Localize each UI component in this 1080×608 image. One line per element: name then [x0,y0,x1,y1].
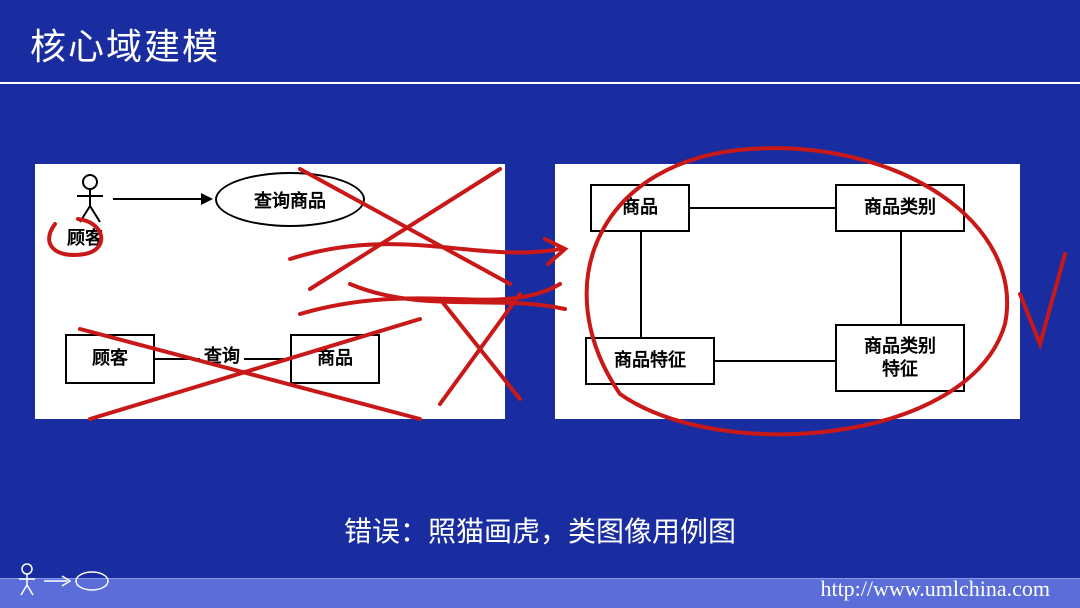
right-box1-label: 商品 [622,196,658,219]
right-box3-label: 商品特征 [614,349,686,372]
left-diagram-panel: 顾客 查询商品 顾客 商品 查询 [35,164,505,419]
actor-label: 顾客 [67,224,103,250]
right-box4: 商品类别 特征 [835,324,965,392]
right-box3: 商品特征 [585,337,715,385]
right-box4-label: 商品类别 特征 [864,335,936,382]
right-box1: 商品 [590,184,690,232]
left-class1-label: 顾客 [92,347,128,370]
arrow-head-icon [201,193,213,205]
footer-url: http://www.umlchina.com [820,576,1050,602]
right-box2-label: 商品类别 [864,196,936,219]
left-class1-box: 顾客 [65,334,155,384]
caption-text: 错误：照猫画虎，类图像用例图 [0,510,1080,550]
connector-right [900,232,902,324]
association-label: 查询 [200,342,244,368]
left-class2-box: 商品 [290,334,380,384]
connector-bottom [715,360,835,362]
actor-icon [75,174,105,229]
content-area: 顾客 查询商品 顾客 商品 查询 商品 商品类别 商品特征 商品类别 特征 [0,84,1080,534]
right-diagram-panel: 商品 商品类别 商品特征 商品类别 特征 [555,164,1020,419]
connector-top [690,207,835,209]
connector-left [640,232,642,337]
usecase-ellipse: 查询商品 [215,172,365,227]
actor-usecase-arrow [113,198,203,200]
usecase-label: 查询商品 [254,187,326,213]
left-class2-label: 商品 [317,347,353,370]
footer-logo-icon [12,561,112,606]
slide-title: 核心域建模 [0,0,1080,84]
right-box2: 商品类别 [835,184,965,232]
